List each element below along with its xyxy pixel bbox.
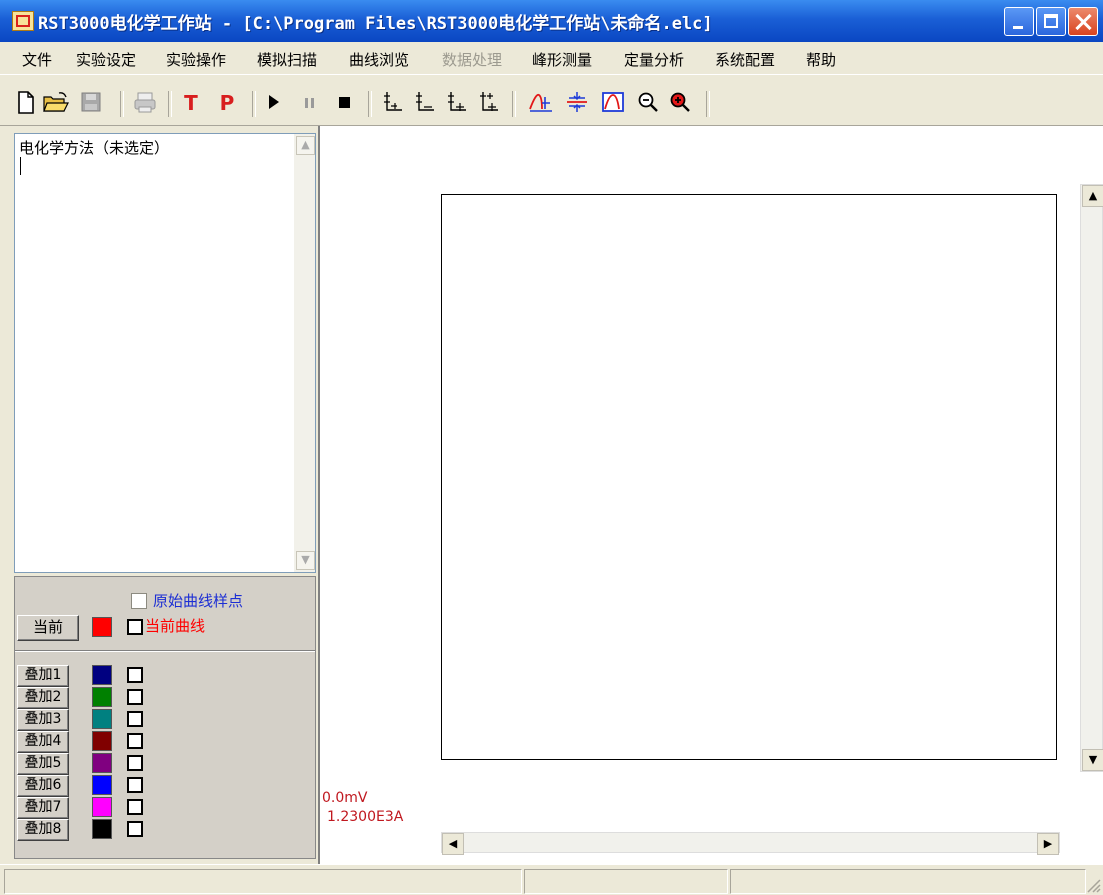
overlay-button-3[interactable]: 叠加3 <box>17 709 69 731</box>
run-icon[interactable] <box>264 89 284 117</box>
overlay-color-swatch-5[interactable] <box>92 753 112 773</box>
axis4-icon[interactable] <box>478 89 500 117</box>
new-file-icon[interactable] <box>16 89 38 117</box>
save-icon[interactable] <box>80 89 104 117</box>
scroll-left-arrow-icon[interactable]: ◀ <box>442 833 464 855</box>
raw-points-label: 原始曲线样点 <box>153 592 244 610</box>
pause-icon[interactable] <box>302 89 318 117</box>
current-curve-label: 当前曲线 <box>145 617 206 635</box>
curve-divider <box>15 650 315 652</box>
peak-icon[interactable] <box>528 89 554 117</box>
status-cell-3 <box>730 869 1086 894</box>
zoom-out-icon[interactable] <box>636 89 660 117</box>
menu-help[interactable]: 帮助 <box>806 49 836 70</box>
maximize-button[interactable] <box>1036 7 1066 36</box>
menu-simulated-scan[interactable]: 模拟扫描 <box>257 49 317 70</box>
scroll-up-arrow-icon[interactable]: ▲ <box>1082 185 1103 207</box>
overlay-checkbox-6[interactable] <box>127 777 143 793</box>
overlay-button-1[interactable]: 叠加1 <box>17 665 69 687</box>
menu-bar: 文件 实验设定 实验操作 模拟扫描 曲线浏览 数据处理 峰形测量 定量分析 系统… <box>0 42 1103 74</box>
resize-grip-icon[interactable] <box>1085 877 1101 893</box>
potential-readout: 0.0mV <box>322 790 368 806</box>
toolbar: T P <box>0 74 1103 126</box>
stop-icon[interactable] <box>334 89 354 117</box>
scroll-up-icon[interactable]: ▲ <box>296 136 315 155</box>
current-readout: 1.2300E3A <box>327 809 404 825</box>
status-cell-1 <box>4 869 522 894</box>
baseline-icon[interactable] <box>564 89 590 117</box>
plot-area[interactable]: ▲ ▼ ◀ ▶ 0.0mV 1.2300E3A <box>318 126 1103 864</box>
menu-data-processing[interactable]: 数据处理 <box>442 49 502 70</box>
print-icon[interactable] <box>132 89 158 117</box>
overlay-checkbox-8[interactable] <box>127 821 143 837</box>
zoom-in-icon[interactable] <box>668 89 692 117</box>
menu-experiment-settings[interactable]: 实验设定 <box>76 49 136 70</box>
overlay-checkbox-7[interactable] <box>127 799 143 815</box>
status-bar <box>0 864 1103 895</box>
overlay-color-swatch-2[interactable] <box>92 687 112 707</box>
overlay-checkbox-2[interactable] <box>127 689 143 705</box>
app-icon[interactable] <box>12 11 34 31</box>
menu-curve-browse[interactable]: 曲线浏览 <box>349 49 409 70</box>
close-button[interactable] <box>1068 7 1098 36</box>
overlay-button-8[interactable]: 叠加8 <box>17 819 69 841</box>
text-caret <box>20 157 21 175</box>
overlay-color-swatch-6[interactable] <box>92 775 112 795</box>
plot-frame[interactable] <box>441 194 1057 760</box>
axis2-icon[interactable] <box>414 89 436 117</box>
open-folder-icon[interactable] <box>42 89 70 117</box>
title-bar[interactable]: RST3000电化学工作站 - [C:\Program Files\RST300… <box>0 0 1103 42</box>
overlay-button-7[interactable]: 叠加7 <box>17 797 69 819</box>
overlay-button-4[interactable]: 叠加4 <box>17 731 69 753</box>
scroll-right-arrow-icon[interactable]: ▶ <box>1037 833 1059 855</box>
p-icon[interactable]: P <box>216 89 238 117</box>
horizontal-scrollbar[interactable]: ◀ ▶ <box>441 832 1060 855</box>
menu-experiment-operation[interactable]: 实验操作 <box>166 49 226 70</box>
method-text: 电化学方法（未选定） <box>19 139 170 157</box>
vertical-scrollbar[interactable]: ▲ ▼ <box>1080 184 1103 772</box>
current-button[interactable]: 当前 <box>17 615 79 641</box>
method-scrollbar[interactable]: ▲ ▼ <box>294 134 315 572</box>
overlay-color-swatch-7[interactable] <box>92 797 112 817</box>
overlay-button-5[interactable]: 叠加5 <box>17 753 69 775</box>
peak-window-icon[interactable] <box>600 89 626 117</box>
curve-panel: 原始曲线样点 当前 当前曲线 叠加1 叠加2 叠加3 叠加4 叠加5 叠加6 叠… <box>14 576 316 859</box>
overlay-checkbox-1[interactable] <box>127 667 143 683</box>
menu-quantitative-analysis[interactable]: 定量分析 <box>624 49 684 70</box>
menu-system-config[interactable]: 系统配置 <box>715 49 775 70</box>
overlay-button-6[interactable]: 叠加6 <box>17 775 69 797</box>
current-color-swatch[interactable] <box>92 617 112 637</box>
overlay-checkbox-5[interactable] <box>127 755 143 771</box>
menu-peak-measurement[interactable]: 峰形测量 <box>532 49 592 70</box>
scroll-down-icon[interactable]: ▼ <box>296 551 315 570</box>
overlay-color-swatch-1[interactable] <box>92 665 112 685</box>
overlay-color-swatch-8[interactable] <box>92 819 112 839</box>
axis1-icon[interactable] <box>382 89 404 117</box>
menu-file[interactable]: 文件 <box>22 49 52 70</box>
axis3-icon[interactable] <box>446 89 468 117</box>
window-title: RST3000电化学工作站 - [C:\Program Files\RST300… <box>38 14 713 34</box>
method-textbox[interactable]: 电化学方法（未选定） ▲ ▼ <box>14 133 316 573</box>
overlay-button-2[interactable]: 叠加2 <box>17 687 69 709</box>
overlay-color-swatch-4[interactable] <box>92 731 112 751</box>
scroll-down-arrow-icon[interactable]: ▼ <box>1082 749 1103 771</box>
minimize-button[interactable] <box>1004 7 1034 36</box>
overlay-checkbox-3[interactable] <box>127 711 143 727</box>
status-cell-2 <box>524 869 728 894</box>
raw-points-checkbox[interactable] <box>131 593 147 609</box>
t-icon[interactable]: T <box>180 89 202 117</box>
overlay-checkbox-4[interactable] <box>127 733 143 749</box>
overlay-color-swatch-3[interactable] <box>92 709 112 729</box>
current-curve-checkbox[interactable] <box>127 619 143 635</box>
